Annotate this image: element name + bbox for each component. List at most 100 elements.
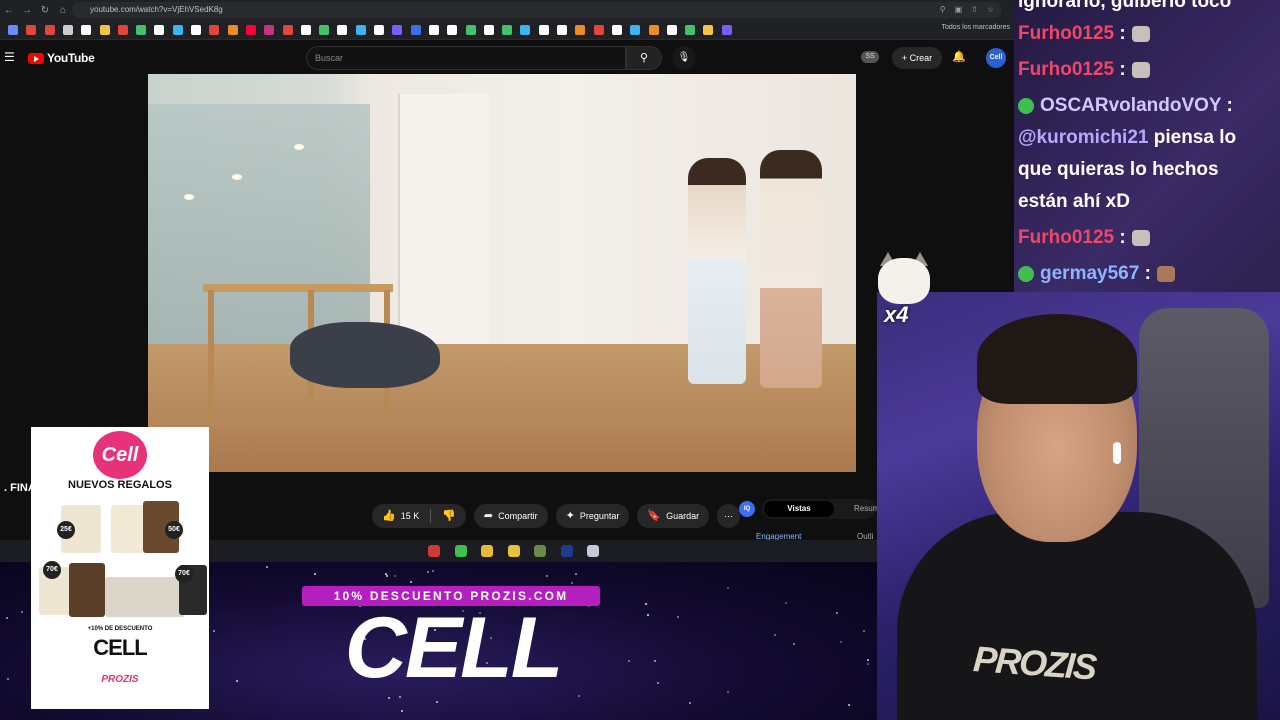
- bookmark-favicon-icon[interactable]: [117, 25, 128, 35]
- star-decoration: [7, 678, 9, 680]
- home-icon[interactable]: ⌂: [54, 1, 72, 19]
- bookmark-favicon-icon[interactable]: [191, 25, 201, 35]
- notifications-bell-icon[interactable]: 🔔: [952, 50, 966, 63]
- bookmark-favicon-icon[interactable]: [703, 25, 714, 35]
- bookmark-favicon-icon[interactable]: [575, 25, 586, 35]
- bookmark-favicon-icon[interactable]: [172, 25, 183, 35]
- bookmark-favicon-icon[interactable]: [245, 25, 256, 35]
- bookmark-favicon-icon[interactable]: [502, 25, 513, 35]
- chat-username[interactable]: germay567: [1040, 263, 1139, 284]
- create-button[interactable]: + Crear: [892, 47, 942, 69]
- extension-badge[interactable]: SS: [861, 51, 879, 63]
- bookmark-favicon-icon[interactable]: [374, 25, 384, 35]
- chat-mention[interactable]: @kuromichi21: [1018, 127, 1148, 148]
- video-player[interactable]: [148, 74, 856, 472]
- chat-username[interactable]: OSCARvolandoVOY: [1040, 95, 1221, 116]
- chat-username[interactable]: Furho0125: [1018, 227, 1114, 248]
- youtube-header: ☰ YouTube Buscar ⚲ 🎙 SS + Crear 🔔 Cell: [0, 42, 1014, 74]
- face-emote-icon: [1156, 265, 1175, 282]
- stream-chat: ignorarlo, guiberlo toco Furho0125 : Fur…: [1014, 0, 1280, 292]
- taskbar-record-icon[interactable]: [428, 545, 440, 557]
- bookmark-favicon-icon[interactable]: [355, 25, 366, 35]
- taskbar-photoshop-icon[interactable]: [560, 545, 573, 557]
- bookmark-favicon-icon[interactable]: [520, 25, 531, 35]
- bookmark-favicon-icon[interactable]: [447, 25, 458, 35]
- extension-logo[interactable]: IQ: [739, 501, 755, 517]
- bookmark-favicon-icon[interactable]: [557, 25, 567, 35]
- bookmark-favicon-icon[interactable]: [337, 25, 348, 35]
- bookmark-favicon-icon[interactable]: [611, 25, 622, 35]
- bookmark-favicon-icon[interactable]: [282, 25, 293, 35]
- address-bar[interactable]: youtube.com/watch?v=VjEhVSedK8g ⚲ ▣ ⇧ ☆: [72, 2, 1002, 18]
- share-icon[interactable]: ⇧: [971, 2, 978, 18]
- bookmark-favicon-icon[interactable]: [26, 25, 37, 35]
- star-decoration: [657, 682, 659, 684]
- create-label: Crear: [909, 53, 933, 63]
- chat-text: :: [1144, 263, 1151, 284]
- video-frame-light: [184, 194, 194, 200]
- thumbs-down-icon[interactable]: 👎: [442, 504, 456, 528]
- star-decoration: [727, 691, 729, 693]
- chat-username[interactable]: Furho0125: [1018, 59, 1114, 80]
- chat-username[interactable]: Furho0125: [1018, 23, 1114, 44]
- bookmark-favicon-icon[interactable]: [648, 25, 659, 35]
- poster-brand: PROZIS: [101, 674, 139, 685]
- like-button[interactable]: 👍 15 K 👎: [372, 504, 466, 528]
- bookmark-favicon-icon[interactable]: [721, 25, 732, 35]
- back-icon[interactable]: ←: [0, 1, 18, 19]
- save-button[interactable]: 🔖 Guardar: [637, 504, 710, 528]
- chat-message: Furho0125 :: [1018, 222, 1150, 254]
- bookmark-favicon-icon[interactable]: [410, 25, 421, 35]
- bookmark-favicon-icon[interactable]: [538, 25, 549, 35]
- taskbar-files-icon[interactable]: [507, 545, 520, 557]
- bookmark-favicon-icon[interactable]: [62, 25, 73, 35]
- bookmark-favicon-icon[interactable]: [392, 25, 403, 35]
- chat-message: OSCARvolandoVOY :: [1018, 90, 1233, 122]
- account-avatar[interactable]: Cell: [986, 48, 1006, 68]
- star-decoration: [436, 701, 438, 703]
- bookmark-favicon-icon[interactable]: [593, 25, 604, 35]
- taskbar-other-icon[interactable]: [587, 545, 599, 557]
- bookmark-favicon-icon[interactable]: [300, 25, 311, 35]
- stream-layout: ← → ↻ ⌂ youtube.com/watch?v=VjEhVSedK8g …: [0, 0, 1280, 720]
- thumbs-up-icon: 👍: [382, 510, 396, 522]
- all-bookmarks-link[interactable]: Todos los marcadores: [942, 24, 1010, 31]
- bookmark-favicon-icon[interactable]: [465, 25, 476, 35]
- tab-summary[interactable]: Resum: [854, 501, 879, 517]
- taskbar-chat-app-icon[interactable]: [454, 545, 467, 557]
- install-icon[interactable]: ▣: [955, 2, 963, 18]
- bookmark-favicon-icon[interactable]: [685, 25, 696, 35]
- forward-icon[interactable]: →: [18, 1, 36, 19]
- bookmark-favicon-icon[interactable]: [136, 25, 147, 35]
- share-button[interactable]: ➦ Compartir: [473, 504, 548, 528]
- youtube-logo[interactable]: YouTube: [28, 51, 95, 65]
- bookmark-icon: 🔖: [647, 510, 662, 522]
- menu-icon[interactable]: ☰: [4, 50, 15, 64]
- bookmark-favicon-icon[interactable]: [264, 25, 275, 35]
- voice-search-button[interactable]: 🎙: [672, 46, 696, 70]
- bookmark-favicon-icon[interactable]: [428, 25, 439, 35]
- search-input[interactable]: Buscar: [306, 46, 626, 70]
- taskbar-minecraft-icon[interactable]: [534, 545, 546, 557]
- bookmark-star-icon[interactable]: ☆: [987, 2, 994, 18]
- zoom-icon[interactable]: ⚲: [940, 2, 946, 18]
- bookmark-favicon-icon[interactable]: [44, 25, 55, 35]
- bookmark-favicon-icon[interactable]: [209, 25, 220, 35]
- reload-icon[interactable]: ↻: [36, 1, 54, 19]
- taskbar-chrome-icon[interactable]: [481, 545, 493, 557]
- bookmark-favicon-icon[interactable]: [483, 25, 494, 35]
- bookmark-favicon-icon[interactable]: [8, 25, 18, 35]
- bookmark-favicon-icon[interactable]: [630, 25, 641, 35]
- bookmark-favicon-icon[interactable]: [227, 25, 238, 35]
- bookmark-favicon-icon[interactable]: [319, 25, 330, 35]
- bookmark-favicon-icon[interactable]: [99, 25, 110, 35]
- star-decoration: [628, 660, 630, 662]
- star-decoration: [785, 602, 787, 604]
- tab-views[interactable]: Vistas: [764, 501, 834, 517]
- search-button[interactable]: ⚲: [626, 46, 662, 70]
- url-text: youtube.com/watch?v=VjEhVSedK8g: [90, 5, 223, 14]
- bookmark-favicon-icon[interactable]: [666, 25, 677, 35]
- ask-button[interactable]: ✦ Preguntar: [555, 504, 630, 528]
- bookmark-favicon-icon[interactable]: [154, 25, 165, 35]
- bookmark-favicon-icon[interactable]: [81, 25, 92, 35]
